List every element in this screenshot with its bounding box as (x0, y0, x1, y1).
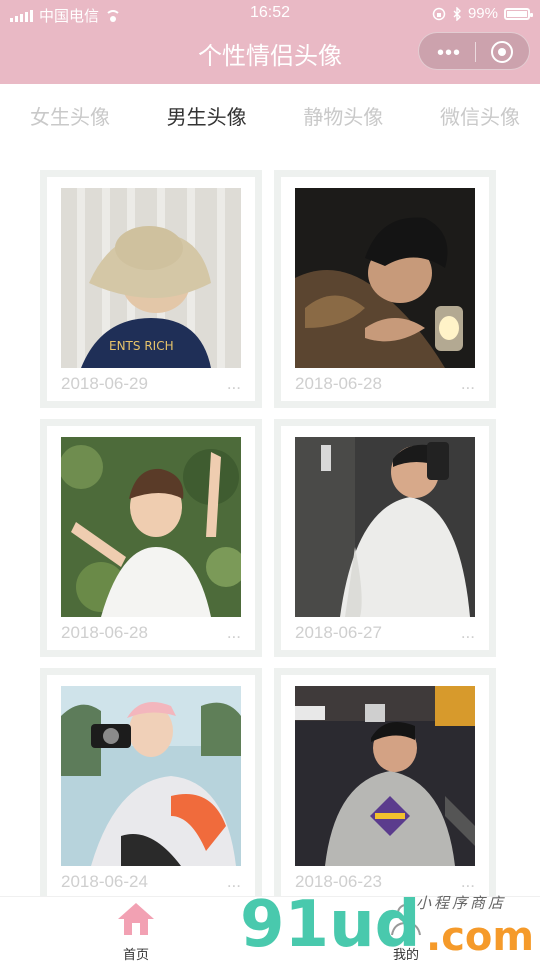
card-date: 2018-06-28 (295, 374, 382, 393)
watermark-tagline: 小程序商店 (416, 895, 507, 912)
tab-home-label: 首页 (122, 947, 149, 962)
tab-girls[interactable]: 女生头像 (30, 101, 110, 130)
orientation-lock-icon (432, 7, 446, 20)
tab-still-life[interactable]: 静物头像 (303, 101, 383, 130)
card-more-button[interactable]: ... (227, 623, 241, 643)
watermark: 91ud .com 小程序商店 (240, 888, 540, 962)
avatar-photo[interactable] (61, 686, 241, 866)
avatar-card[interactable]: 2018-06-23 ... (274, 668, 496, 906)
card-frame: 2018-06-23 ... (281, 675, 489, 899)
avatar-card[interactable]: 2018-06-28 ... (274, 170, 496, 408)
card-date: 2018-06-29 (61, 374, 148, 393)
card-frame: 2018-06-27 ... (281, 426, 489, 650)
status-bar: 中国电信 16:52 99% (0, 0, 540, 28)
mini-program-capsule[interactable]: ••• (418, 32, 530, 70)
svg-text:ENTS RICH: ENTS RICH (109, 339, 174, 353)
watermark-brand: 91ud (240, 888, 421, 962)
card-more-button[interactable]: ... (461, 623, 475, 643)
watermark-domain: .com (426, 914, 535, 960)
more-dots-icon[interactable]: ••• (437, 42, 461, 65)
card-frame: 2018-06-28 ... (47, 426, 255, 650)
avatar-card[interactable]: ENTS RICH 2018-06-29 ... (40, 170, 262, 408)
card-more-button[interactable]: ... (461, 374, 475, 394)
tab-boys[interactable]: 男生头像 (167, 101, 247, 130)
capsule-divider (475, 42, 476, 62)
avatar-photo[interactable] (295, 188, 475, 368)
card-frame: ENTS RICH 2018-06-29 ... (47, 177, 255, 401)
tab-wechat[interactable]: 微信头像 (440, 101, 520, 130)
card-more-button[interactable]: ... (227, 872, 241, 892)
avatar-photo[interactable] (61, 437, 241, 617)
card-date: 2018-06-24 (61, 872, 148, 891)
avatar-card[interactable]: 2018-06-24 ... (40, 668, 262, 906)
avatar-photo[interactable] (295, 437, 475, 617)
home-icon (118, 903, 154, 935)
category-tabs: 女生头像 男生头像 静物头像 微信头像 (0, 84, 540, 146)
battery-percent: 99% (467, 5, 498, 22)
card-date: 2018-06-28 (61, 623, 148, 642)
tab-home[interactable]: 首页 (108, 901, 164, 963)
avatar-card[interactable]: 2018-06-27 ... (274, 419, 496, 657)
target-icon[interactable] (491, 41, 513, 63)
avatar-photo[interactable] (295, 686, 475, 866)
bluetooth-icon (453, 6, 461, 21)
status-right: 99% (432, 5, 533, 22)
top-bar: 中国电信 16:52 99% 个性情侣头像 ••• (0, 0, 540, 84)
card-more-button[interactable]: ... (227, 374, 241, 394)
avatar-card[interactable]: 2018-06-28 ... (40, 419, 262, 657)
card-date: 2018-06-27 (295, 623, 382, 642)
avatar-photo[interactable]: ENTS RICH (61, 188, 241, 368)
card-frame: 2018-06-24 ... (47, 675, 255, 899)
battery-icon (504, 7, 533, 20)
card-frame: 2018-06-28 ... (281, 177, 489, 401)
